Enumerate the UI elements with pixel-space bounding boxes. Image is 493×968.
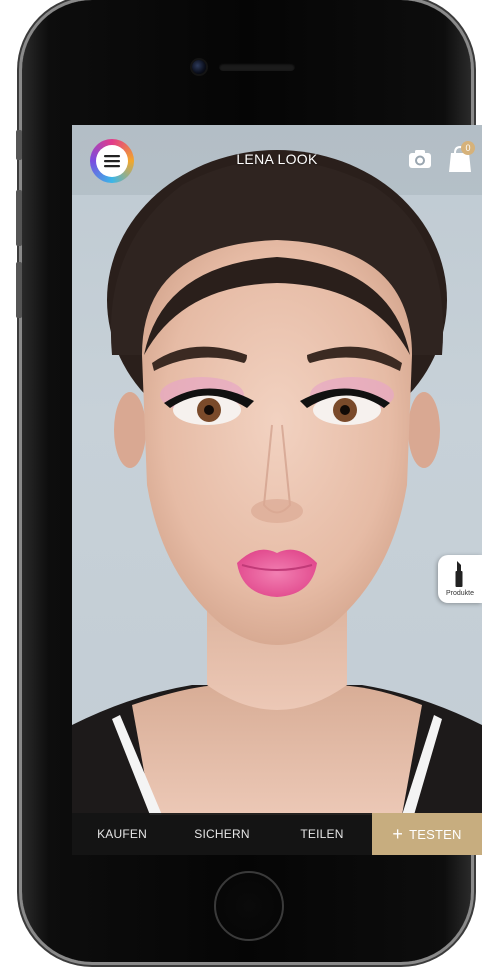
front-camera (192, 60, 206, 74)
home-button[interactable] (214, 871, 284, 941)
camera-button[interactable] (408, 149, 432, 169)
products-button[interactable]: Produkte (438, 555, 482, 603)
tab-sichern[interactable]: SICHERN (172, 813, 272, 855)
app-screen: LENA LOOK 0 Produkte KAUFEN SICHERN TEIL… (72, 125, 482, 855)
phone-volume-down (16, 262, 22, 318)
products-label: Produkte (445, 590, 475, 597)
camera-icon (409, 150, 431, 168)
testen-button[interactable]: + TESTEN (372, 813, 482, 855)
testen-label: TESTEN (409, 826, 462, 842)
phone-side-button (16, 130, 22, 160)
plus-icon: + (392, 823, 404, 844)
earpiece-speaker (219, 63, 295, 71)
tab-teilen[interactable]: TEILEN (272, 813, 372, 855)
cart-count-badge: 0 (461, 141, 475, 155)
lipstick-icon (455, 561, 463, 587)
phone-volume-up (16, 190, 22, 246)
tab-kaufen[interactable]: KAUFEN (72, 813, 172, 855)
phone-frame: LENA LOOK 0 Produkte KAUFEN SICHERN TEIL… (16, 0, 482, 962)
portrait-photo (72, 125, 482, 855)
bottom-action-bar: KAUFEN SICHERN TEILEN + TESTEN (72, 813, 482, 855)
